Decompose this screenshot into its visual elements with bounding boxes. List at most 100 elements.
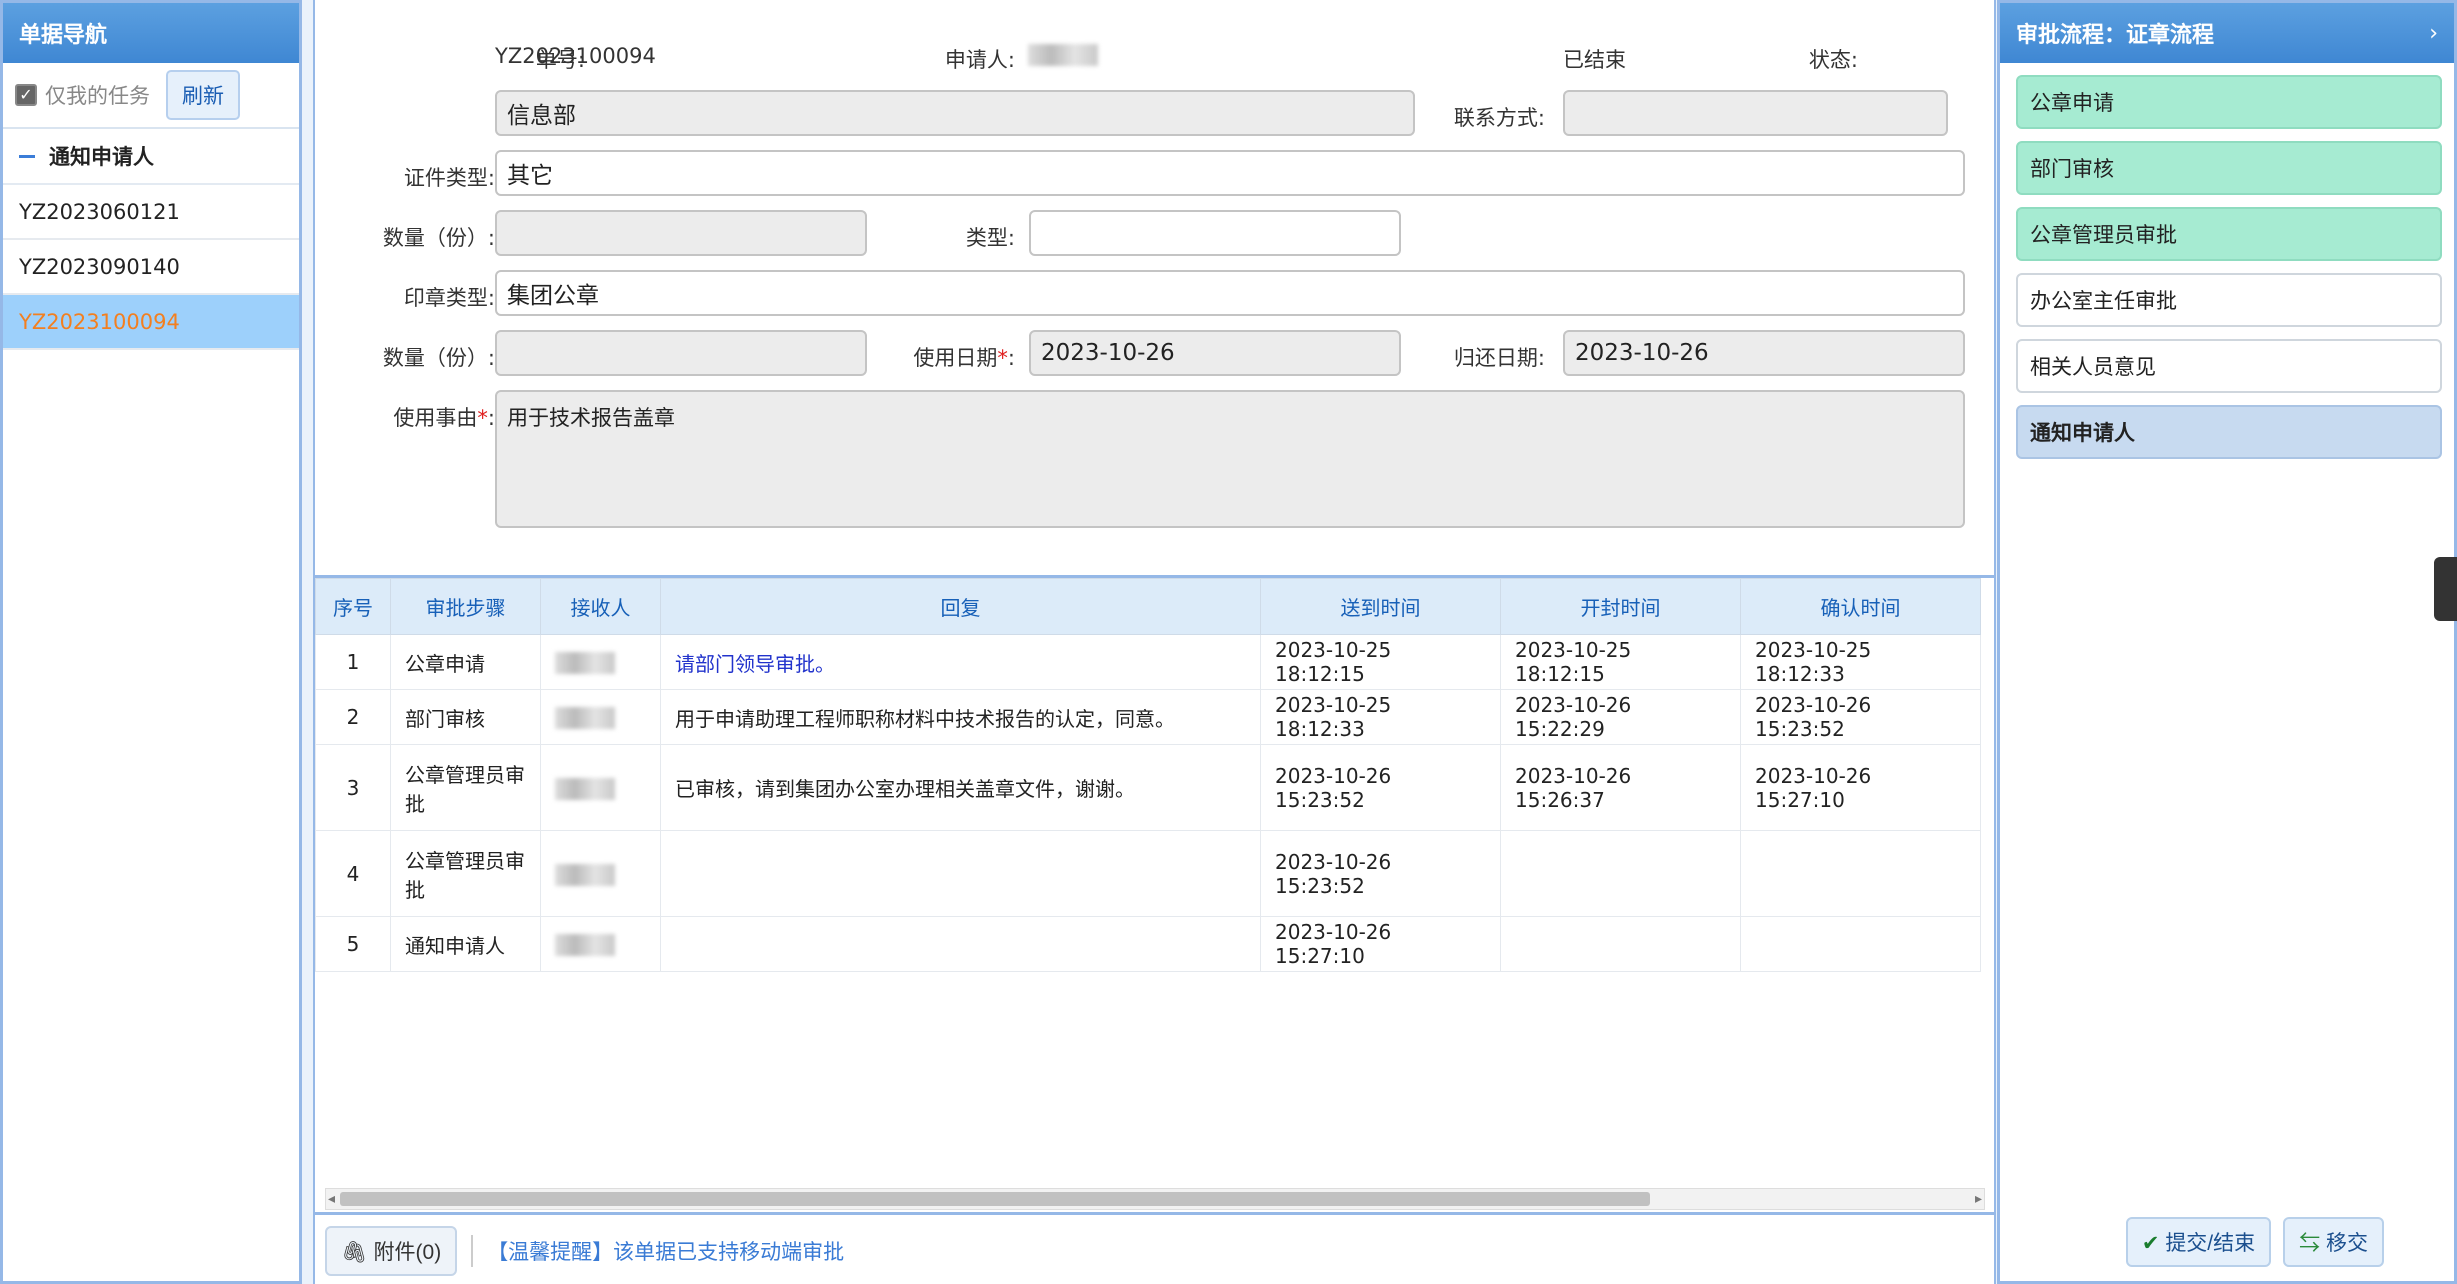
- transfer-icon: ⇆: [2299, 1232, 2321, 1255]
- nav-item[interactable]: YZ2023060121: [3, 185, 299, 240]
- reply-text: 用于申请助理工程师职称材料中技术报告的认定，同意。: [660, 689, 1261, 745]
- column-header[interactable]: 审批步骤: [390, 578, 541, 635]
- applicant-value-redacted: [1028, 42, 1098, 66]
- approval-step: 通知申请人: [390, 916, 541, 972]
- quantity-label-2: 数量（份）:: [382, 346, 495, 370]
- receiver-redacted: [540, 634, 661, 690]
- quantity-field-2[interactable]: [495, 330, 867, 376]
- reason-textarea[interactable]: 用于技术报告盖章: [495, 390, 1965, 528]
- nav-group-notify-applicant[interactable]: 通知申请人: [3, 129, 299, 185]
- chevron-right-icon[interactable]: ›: [2429, 21, 2438, 46]
- column-header[interactable]: 序号: [315, 578, 391, 635]
- navigation-toolbar: ✓ 仅我的任务 刷新: [3, 63, 299, 129]
- status-label: 状态:: [1808, 48, 1858, 72]
- table-row[interactable]: 3 公章管理员审批 已审核，请到集团办公室办理相关盖章文件，谢谢。 2023-1…: [315, 744, 1981, 831]
- reason-label: 使用事由*:: [393, 406, 495, 430]
- receiver-redacted: [540, 744, 661, 831]
- nav-group-label: 通知申请人: [49, 145, 154, 169]
- document-form-area: 单号: YZ2023100094 申请人: 状态: 已结束 单位*: 信息部 联…: [313, 0, 1996, 1284]
- seal-type-label: 印章类型:: [403, 286, 495, 310]
- column-header[interactable]: 确认时间: [1740, 578, 1981, 635]
- receiver-redacted: [540, 830, 661, 917]
- attachment-button[interactable]: 🖇 附件(0): [325, 1226, 458, 1276]
- paperclip-icon: 🖇: [341, 1241, 368, 1264]
- opened-time: [1500, 916, 1741, 972]
- nav-item-selected[interactable]: YZ2023100094: [3, 295, 299, 350]
- certificate-type-field[interactable]: 其它: [495, 150, 1965, 196]
- approval-step: 公章管理员审批: [390, 830, 541, 917]
- collapse-icon[interactable]: [19, 154, 35, 158]
- submit-finish-label: 提交/结束: [2165, 1232, 2256, 1255]
- row-number: 2: [315, 689, 391, 745]
- column-header[interactable]: 送到时间: [1260, 578, 1501, 635]
- reply-text: [660, 916, 1261, 972]
- mobile-approval-tip: 【温馨提醒】该单据已支持移动端审批: [487, 1240, 845, 1264]
- toolbar-separator: [471, 1235, 474, 1267]
- only-my-tasks-label: 仅我的任务: [45, 84, 150, 108]
- document-no-value: YZ2023100094: [495, 44, 656, 68]
- flow-step-notify-applicant[interactable]: 通知申请人: [2016, 405, 2442, 459]
- transfer-button[interactable]: ⇆ 移交: [2283, 1217, 2384, 1267]
- confirmed-time: 2023-10-26 15:23:52: [1740, 689, 1981, 745]
- bottom-toolbar: 🖇 附件(0) 【温馨提醒】该单据已支持移动端审批: [315, 1218, 1994, 1284]
- flow-step-seal-admin-approval[interactable]: 公章管理员审批: [2016, 207, 2442, 261]
- opened-time: [1500, 830, 1741, 917]
- use-date-label: 使用日期*:: [913, 346, 1015, 370]
- horizontal-scrollbar[interactable]: ◂ ▸: [325, 1188, 1985, 1210]
- checkbox-checked-icon: ✓: [15, 84, 37, 106]
- table-row[interactable]: 5 通知申请人 2023-10-26 15:27:10: [315, 916, 1981, 972]
- quantity-field[interactable]: [495, 210, 867, 256]
- refresh-button[interactable]: 刷新: [166, 70, 240, 120]
- confirmed-time: 2023-10-26 15:27:10: [1740, 744, 1981, 831]
- opened-time: 2023-10-25 18:12:15: [1500, 634, 1741, 690]
- scroll-right-arrow-icon[interactable]: ▸: [1975, 1189, 1982, 1209]
- navigation-panel-header: 单据导航: [3, 3, 299, 63]
- approval-step: 公章申请: [390, 634, 541, 690]
- confirmed-time: [1740, 830, 1981, 917]
- unit-field[interactable]: 信息部: [495, 90, 1415, 136]
- approval-history-grid: 序号 审批步骤 接收人 回复 送到时间 开封时间 确认时间 1 公章申请 请部门…: [315, 575, 1994, 1215]
- column-header[interactable]: 开封时间: [1500, 578, 1741, 635]
- approval-history-table: 序号 审批步骤 接收人 回复 送到时间 开封时间 确认时间 1 公章申请 请部门…: [315, 578, 1981, 972]
- approval-flow-title: 审批流程：证章流程: [2016, 23, 2215, 48]
- submit-finish-button[interactable]: ✔ 提交/结束: [2125, 1217, 2272, 1267]
- receiver-redacted: [540, 689, 661, 745]
- row-number: 3: [315, 744, 391, 831]
- sent-time: 2023-10-26 15:23:52: [1260, 744, 1501, 831]
- type-field[interactable]: [1029, 210, 1401, 256]
- opened-time: 2023-10-26 15:22:29: [1500, 689, 1741, 745]
- flow-step-office-director-approval[interactable]: 办公室主任审批: [2016, 273, 2442, 327]
- approval-step: 公章管理员审批: [390, 744, 541, 831]
- attachment-label: 附件(0): [373, 1241, 442, 1264]
- return-date-field[interactable]: 2023-10-26: [1563, 330, 1965, 376]
- side-drawer-handle[interactable]: [2434, 557, 2457, 621]
- flow-step-related-opinions[interactable]: 相关人员意见: [2016, 339, 2442, 393]
- only-my-tasks-checkbox[interactable]: ✓ 仅我的任务: [15, 80, 150, 110]
- nav-item[interactable]: YZ2023090140: [3, 240, 299, 295]
- reply-text: 已审核，请到集团办公室办理相关盖章文件，谢谢。: [660, 744, 1261, 831]
- return-date-label: 归还日期:: [1453, 346, 1545, 370]
- sent-time: 2023-10-25 18:12:33: [1260, 689, 1501, 745]
- contact-field[interactable]: [1563, 90, 1948, 136]
- status-value: 已结束: [1563, 48, 1626, 72]
- transfer-label: 移交: [2326, 1232, 2368, 1255]
- opened-time: 2023-10-26 15:26:37: [1500, 744, 1741, 831]
- column-header[interactable]: 接收人: [540, 578, 661, 635]
- scrollbar-thumb[interactable]: [340, 1192, 1650, 1206]
- checkmark-icon: ✔: [2141, 1232, 2160, 1255]
- flow-step-department-review[interactable]: 部门审核: [2016, 141, 2442, 195]
- table-row[interactable]: 2 部门审核 用于申请助理工程师职称材料中技术报告的认定，同意。 2023-10…: [315, 689, 1981, 745]
- type-label: 类型:: [965, 226, 1015, 250]
- row-number: 5: [315, 916, 391, 972]
- approval-flow-header: 审批流程：证章流程 ›: [2000, 3, 2454, 63]
- table-row[interactable]: 4 公章管理员审批 2023-10-26 15:23:52: [315, 830, 1981, 917]
- column-header[interactable]: 回复: [660, 578, 1261, 635]
- use-date-field[interactable]: 2023-10-26: [1029, 330, 1401, 376]
- confirmed-time: 2023-10-25 18:12:33: [1740, 634, 1981, 690]
- flow-step-seal-application[interactable]: 公章申请: [2016, 75, 2442, 129]
- scroll-left-arrow-icon[interactable]: ◂: [328, 1189, 335, 1209]
- seal-type-field[interactable]: 集团公章: [495, 270, 1965, 316]
- table-row[interactable]: 1 公章申请 请部门领导审批。 2023-10-25 18:12:15 2023…: [315, 634, 1981, 690]
- flow-action-buttons: ✔ 提交/结束 ⇆ 移交: [2125, 1217, 2384, 1267]
- table-header-row: 序号 审批步骤 接收人 回复 送到时间 开封时间 确认时间: [315, 578, 1981, 635]
